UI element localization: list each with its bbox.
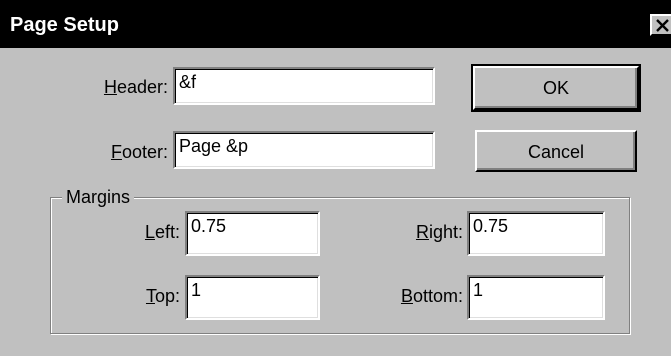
margin-left-field[interactable]: 0.75	[185, 211, 320, 256]
margin-left-label: Left:	[100, 221, 180, 243]
footer-field[interactable]: Page &p	[173, 131, 435, 169]
margin-left-value: 0.75	[191, 216, 227, 236]
dialog-title: Page Setup	[10, 14, 119, 36]
page-setup-dialog: Page Setup Header: &f Footer: Page &p OK…	[0, 0, 671, 356]
margin-right-field[interactable]: 0.75	[467, 211, 605, 256]
header-field-value: &f	[179, 72, 197, 92]
margin-top-value: 1	[191, 280, 202, 300]
footer-label-text: ooter:	[121, 142, 168, 162]
margin-bottom-value: 1	[473, 280, 484, 300]
title-bar: Page Setup	[0, 0, 671, 48]
margin-left-accesskey: L	[144, 222, 155, 242]
cancel-button[interactable]: Cancel	[475, 130, 637, 172]
margin-bottom-field[interactable]: 1	[467, 275, 605, 320]
margin-right-accesskey: R	[415, 222, 429, 242]
margin-top-label-text: op:	[154, 286, 180, 306]
close-icon	[656, 19, 669, 32]
margin-left-label-text: eft:	[154, 222, 180, 242]
header-label-accesskey: H	[103, 77, 117, 97]
footer-label-accesskey: F	[110, 142, 122, 162]
footer-field-value: Page &p	[179, 136, 249, 156]
margin-top-label: Top:	[100, 285, 180, 307]
margin-top-field[interactable]: 1	[185, 275, 320, 320]
margin-right-label: Right:	[380, 221, 463, 243]
margin-bottom-accesskey: B	[400, 286, 413, 306]
margin-bottom-label-text: ottom:	[412, 286, 463, 306]
margin-right-label-text: ight:	[428, 222, 463, 242]
header-label: Header:	[60, 76, 168, 98]
header-label-text: eader:	[116, 77, 168, 97]
margin-top-accesskey: T	[145, 286, 155, 306]
margins-group-label: Margins	[62, 186, 135, 208]
footer-label: Footer:	[60, 141, 168, 163]
close-button[interactable]	[650, 14, 671, 36]
margin-bottom-label: Bottom:	[370, 285, 463, 307]
header-field[interactable]: &f	[173, 67, 435, 105]
margin-right-value: 0.75	[473, 216, 509, 236]
ok-button[interactable]: OK	[471, 64, 641, 112]
